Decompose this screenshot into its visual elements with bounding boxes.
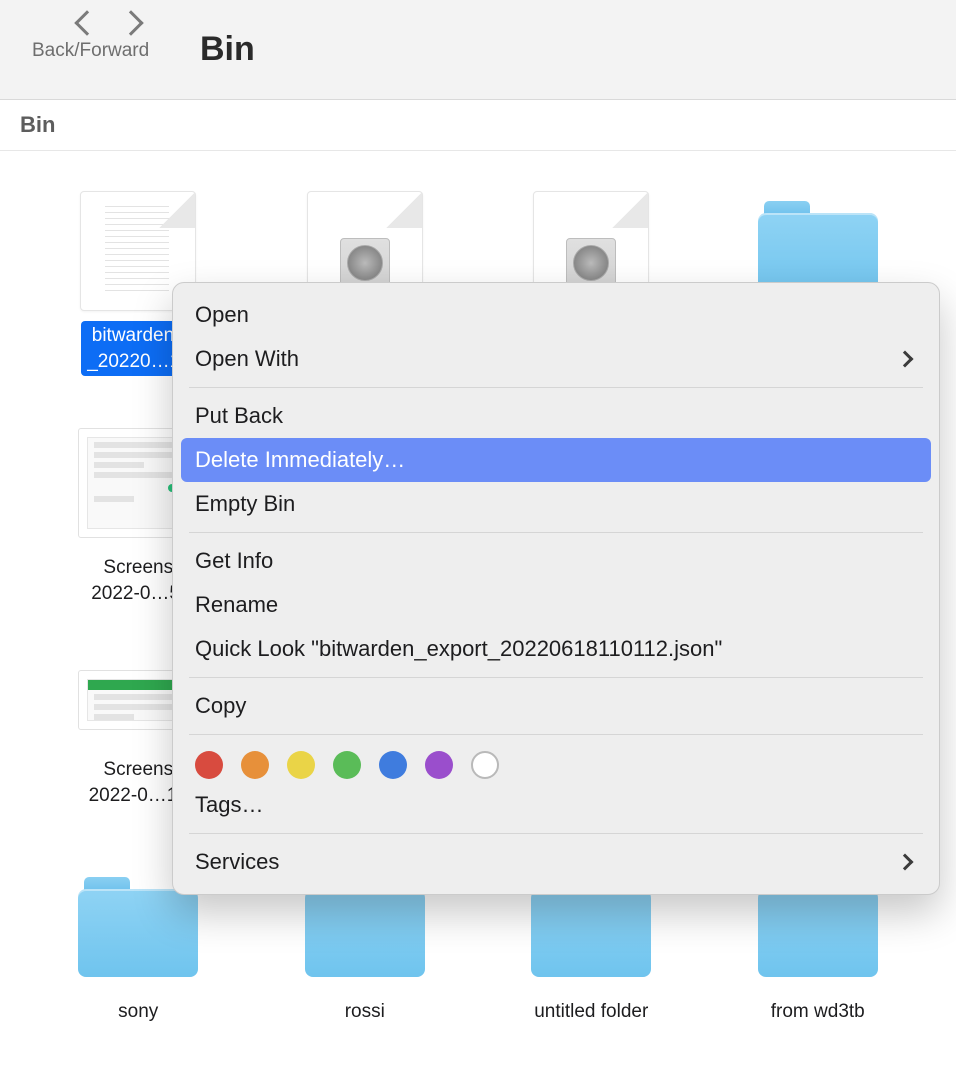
forward-button[interactable] [118, 10, 143, 35]
menu-get-info[interactable]: Get Info [173, 539, 939, 583]
folder-item-untitled[interactable]: untitled folder [483, 867, 700, 1057]
menu-services[interactable]: Services [173, 840, 939, 884]
tag-color-row [173, 741, 939, 783]
context-menu: Open Open With Put Back Delete Immediate… [172, 282, 940, 895]
menu-separator [189, 833, 923, 834]
file-label: sony [112, 997, 164, 1027]
tag-purple[interactable] [425, 751, 453, 779]
toolbar: Back/Forward Bin [0, 0, 956, 100]
menu-empty-bin[interactable]: Empty Bin [173, 482, 939, 526]
path-bar: Bin [0, 100, 956, 151]
file-label: untitled folder [528, 997, 654, 1027]
menu-separator [189, 734, 923, 735]
window-title: Bin [200, 30, 255, 69]
menu-separator [189, 532, 923, 533]
tag-blue[interactable] [379, 751, 407, 779]
menu-open-with[interactable]: Open With [173, 337, 939, 381]
menu-copy[interactable]: Copy [173, 684, 939, 728]
folder-item-rossi[interactable]: rossi [257, 867, 474, 1057]
nav-label: Back/Forward [32, 40, 182, 62]
tag-red[interactable] [195, 751, 223, 779]
folder-item-sony[interactable]: sony [30, 867, 247, 1057]
folder-item-wd3tb[interactable]: from wd3tb [710, 867, 927, 1057]
menu-delete-immediately[interactable]: Delete Immediately… [181, 438, 931, 482]
file-label: from wd3tb [765, 997, 871, 1027]
tag-green[interactable] [333, 751, 361, 779]
tag-yellow[interactable] [287, 751, 315, 779]
menu-separator [189, 387, 923, 388]
menu-separator [189, 677, 923, 678]
menu-open[interactable]: Open [173, 293, 939, 337]
chevron-right-icon [897, 351, 914, 368]
tag-orange[interactable] [241, 751, 269, 779]
back-button[interactable] [74, 10, 99, 35]
menu-rename[interactable]: Rename [173, 583, 939, 627]
menu-put-back[interactable]: Put Back [173, 394, 939, 438]
menu-quick-look[interactable]: Quick Look "bitwarden_export_20220618110… [173, 627, 939, 671]
chevron-right-icon [897, 854, 914, 871]
menu-tags[interactable]: Tags… [173, 783, 939, 827]
file-label: rossi [339, 997, 391, 1027]
tag-none[interactable] [471, 751, 499, 779]
